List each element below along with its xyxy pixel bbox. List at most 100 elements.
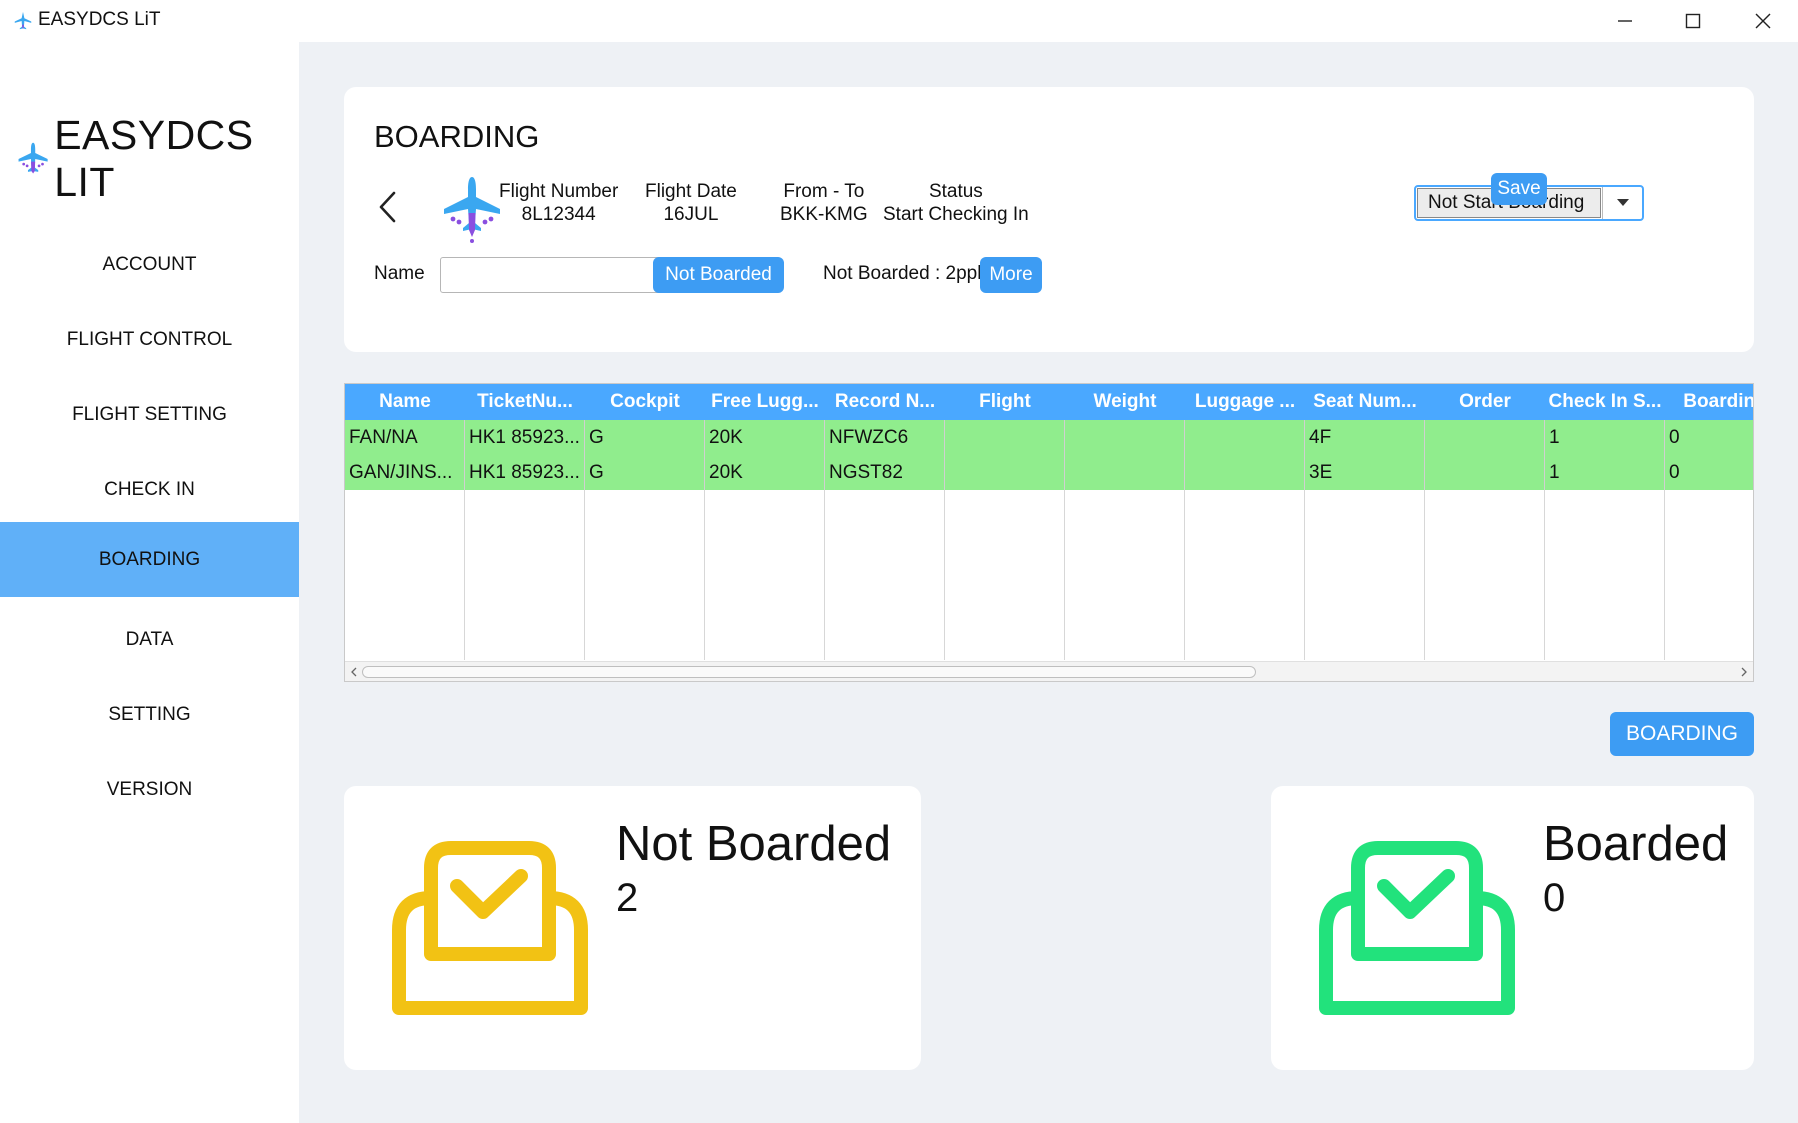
- flight-info-card: BOARDING Flight Number 8L12344 Flight Da…: [344, 87, 1754, 352]
- table-cell: [1065, 455, 1185, 490]
- not-boarded-card: Not Boarded 2: [344, 786, 921, 1070]
- scroll-left-button[interactable]: [347, 664, 361, 680]
- airplane-app-icon: [14, 11, 32, 30]
- sidebar-item-check-in[interactable]: CHECK IN: [0, 452, 299, 527]
- column-header-seat-number[interactable]: Seat Num...: [1305, 384, 1425, 420]
- table-cell: [1065, 420, 1185, 455]
- table-empty-area: [345, 490, 1753, 660]
- table-cell: NGST82: [825, 455, 945, 490]
- column-header-free-luggage[interactable]: Free Lugg...: [705, 384, 825, 420]
- boarding-button[interactable]: BOARDING: [1610, 712, 1754, 756]
- from-to-label: From - To: [783, 181, 865, 202]
- table-cell: [945, 420, 1065, 455]
- column-header-flight[interactable]: Flight: [945, 384, 1065, 420]
- minimize-icon: [1618, 20, 1632, 22]
- flight-date-label: Flight Date: [645, 181, 737, 202]
- table-cell: [1425, 420, 1545, 455]
- close-icon: [1755, 13, 1771, 29]
- table-cell: HK1 85923...: [465, 420, 585, 455]
- not-boarded-count: Not Boarded : 2ppl: [823, 263, 982, 284]
- table-cell: NFWZC6: [825, 420, 945, 455]
- app-logo: EASYDCS LIT: [16, 112, 299, 206]
- table-cell: 0: [1665, 455, 1753, 490]
- table-header: Name TicketNu... Cockpit Free Lugg... Re…: [345, 384, 1753, 420]
- status-block: Status Start Checking In: [883, 180, 1029, 226]
- boarded-card: Boarded 0: [1271, 786, 1754, 1070]
- back-arrow-icon[interactable]: [374, 187, 402, 227]
- from-to-value: BKK-KMG: [780, 204, 868, 225]
- from-to-block: From - To BKK-KMG: [780, 180, 868, 226]
- table-cell: 3E: [1305, 455, 1425, 490]
- not-boarded-title: Not Boarded: [616, 817, 892, 871]
- table-cell: 20K: [705, 420, 825, 455]
- more-button[interactable]: More: [980, 257, 1042, 293]
- column-header-record-number[interactable]: Record N...: [825, 384, 945, 420]
- column-header-check-in-status[interactable]: Check In S...: [1545, 384, 1665, 420]
- flight-date-value: 16JUL: [663, 204, 719, 225]
- sidebar-item-flight-control[interactable]: FLIGHT CONTROL: [0, 302, 299, 377]
- table-cell: G: [585, 420, 705, 455]
- sidebar-item-account[interactable]: ACCOUNT: [0, 227, 299, 302]
- title-bar: EASYDCS LiT: [0, 0, 1798, 42]
- table-cell: [945, 455, 1065, 490]
- name-search-input[interactable]: [440, 257, 682, 293]
- table-cell: [1185, 420, 1305, 455]
- table-cell: G: [585, 455, 705, 490]
- flight-number-label: Flight Number: [499, 181, 619, 202]
- table-row[interactable]: GAN/JINS... HK1 85923... G 20K NGST82 3E…: [345, 455, 1753, 490]
- not-boarded-filter-button[interactable]: Not Boarded: [653, 257, 784, 293]
- seat-check-icon: [1319, 841, 1515, 1015]
- page-title: BOARDING: [374, 119, 540, 154]
- logo-text: EASYDCS LIT: [54, 112, 254, 205]
- table-cell: 1: [1545, 420, 1665, 455]
- table-cell: 20K: [705, 455, 825, 490]
- column-header-name[interactable]: Name: [345, 384, 465, 420]
- column-header-weight[interactable]: Weight: [1065, 384, 1185, 420]
- chevron-right-icon: [1741, 667, 1747, 677]
- table-cell: 1: [1545, 455, 1665, 490]
- close-button[interactable]: [1728, 0, 1798, 42]
- column-header-ticket-number[interactable]: TicketNu...: [465, 384, 585, 420]
- passenger-table: Name TicketNu... Cockpit Free Lugg... Re…: [344, 383, 1754, 682]
- status-value: Start Checking In: [883, 204, 1029, 225]
- chevron-left-icon: [351, 667, 357, 677]
- scroll-right-button[interactable]: [1737, 664, 1751, 680]
- minimize-button[interactable]: [1590, 0, 1660, 42]
- airplane-logo-icon: [18, 142, 48, 174]
- dropdown-toggle[interactable]: [1602, 187, 1642, 219]
- column-header-boarding[interactable]: Boarding: [1665, 384, 1753, 420]
- scrollbar-thumb[interactable]: [362, 666, 1256, 678]
- table-cell: [1425, 455, 1545, 490]
- table-cell: GAN/JINS...: [345, 455, 465, 490]
- name-label: Name: [374, 263, 425, 284]
- seat-check-icon: [392, 841, 588, 1015]
- status-label: Status: [928, 181, 983, 202]
- boarded-title: Boarded: [1543, 817, 1729, 871]
- sidebar-item-boarding[interactable]: BOARDING: [0, 522, 299, 597]
- sidebar-item-data[interactable]: DATA: [0, 602, 299, 677]
- not-boarded-value: 2: [616, 876, 639, 920]
- chevron-down-icon: [1616, 199, 1629, 206]
- table-row[interactable]: FAN/NA HK1 85923... G 20K NFWZC6 4F 1 0: [345, 420, 1753, 455]
- table-cell: 4F: [1305, 420, 1425, 455]
- table-cell: FAN/NA: [345, 420, 465, 455]
- sidebar-item-setting[interactable]: SETTING: [0, 677, 299, 752]
- maximize-button[interactable]: [1658, 0, 1728, 42]
- column-header-luggage[interactable]: Luggage ...: [1185, 384, 1305, 420]
- boarded-value: 0: [1543, 876, 1566, 920]
- column-header-order[interactable]: Order: [1425, 384, 1545, 420]
- table-cell: HK1 85923...: [465, 455, 585, 490]
- main-content: BOARDING Flight Number 8L12344 Flight Da…: [299, 42, 1798, 1123]
- save-button[interactable]: Save: [1491, 173, 1547, 205]
- airplane-icon: [444, 177, 500, 243]
- sidebar: EASYDCS LIT ACCOUNT FLIGHT CONTROL FLIGH…: [0, 42, 299, 1123]
- flight-number-block: Flight Number 8L12344: [499, 180, 618, 226]
- sidebar-item-flight-setting[interactable]: FLIGHT SETTING: [0, 377, 299, 452]
- flight-number-value: 8L12344: [521, 204, 596, 225]
- window-title: EASYDCS LiT: [38, 9, 161, 30]
- column-header-cockpit[interactable]: Cockpit: [585, 384, 705, 420]
- maximize-icon: [1685, 13, 1701, 29]
- sidebar-item-version[interactable]: VERSION: [0, 752, 299, 827]
- table-cell: 0: [1665, 420, 1753, 455]
- horizontal-scrollbar[interactable]: [345, 661, 1753, 681]
